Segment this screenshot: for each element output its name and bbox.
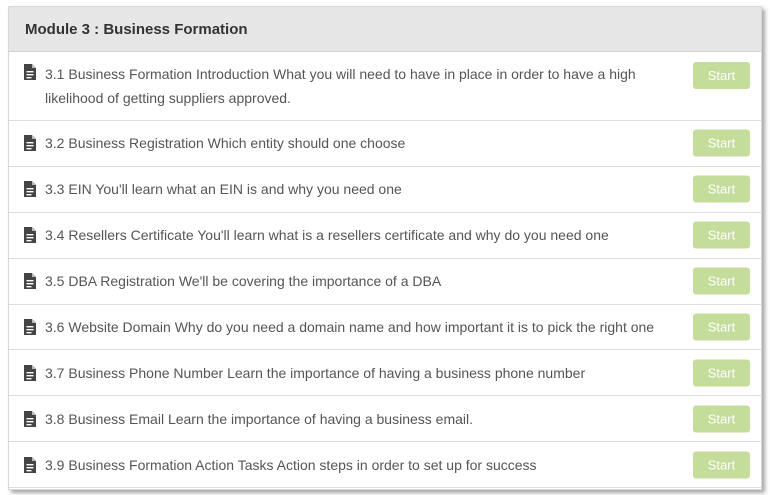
lesson-title: 3.9 Business Formation Action Tasks Acti…	[45, 456, 537, 473]
lesson-row: 3.7 Business Phone Number Learn the impo…	[9, 350, 761, 397]
lesson-row: 3.9 Business Formation Action Tasks Acti…	[9, 442, 761, 489]
lesson-title: 3.8 Business Email Learn the importance …	[45, 410, 474, 427]
lesson-row: 3.6 Website Domain Why do you need a dom…	[9, 305, 761, 351]
start-button[interactable]: Start	[693, 451, 750, 479]
start-button[interactable]: Start	[693, 175, 750, 203]
document-icon	[23, 410, 37, 427]
lesson-row: 3.2 Business Registration Which entity s…	[9, 121, 761, 167]
lesson-row: 3.5 DBA Registration We'll be covering t…	[9, 259, 761, 305]
document-icon	[23, 64, 37, 80]
document-icon	[23, 181, 37, 198]
module-panel: Module 3 : Business Formation 3.1 Busine…	[8, 6, 762, 490]
start-button[interactable]: Start	[693, 267, 750, 295]
lesson-list: 3.1 Business Formation Introduction What…	[9, 52, 761, 489]
lesson-title: 3.3 EIN You'll learn what an EIN is and …	[45, 181, 402, 198]
start-button[interactable]: Start	[693, 405, 750, 433]
lesson-title: 3.7 Business Phone Number Learn the impo…	[45, 364, 586, 381]
start-button[interactable]: Start	[693, 221, 750, 249]
start-button[interactable]: Start	[693, 129, 750, 157]
document-icon	[23, 135, 37, 152]
start-button[interactable]: Start	[693, 359, 750, 387]
lesson-row: 3.1 Business Formation Introduction What…	[9, 52, 761, 121]
document-icon	[23, 319, 37, 335]
document-icon	[23, 456, 37, 473]
module-title: Module 3 : Business Formation	[9, 7, 761, 52]
lesson-title: 3.4 Resellers Certificate You'll learn w…	[45, 227, 609, 244]
lesson-title: 3.1 Business Formation Introduction What…	[45, 66, 636, 106]
document-icon	[23, 273, 37, 290]
lesson-row: 3.8 Business Email Learn the importance …	[9, 396, 761, 443]
lesson-row: 3.4 Resellers Certificate You'll learn w…	[9, 213, 761, 259]
start-button[interactable]: Start	[693, 62, 750, 89]
document-icon	[23, 364, 37, 381]
lesson-title: 3.2 Business Registration Which entity s…	[45, 135, 406, 152]
lesson-title: 3.6 Website Domain Why do you need a dom…	[45, 319, 655, 335]
document-icon	[23, 227, 37, 244]
start-button[interactable]: Start	[693, 313, 750, 341]
lesson-row: 3.3 EIN You'll learn what an EIN is and …	[9, 167, 761, 213]
lesson-title: 3.5 DBA Registration We'll be covering t…	[45, 273, 442, 290]
